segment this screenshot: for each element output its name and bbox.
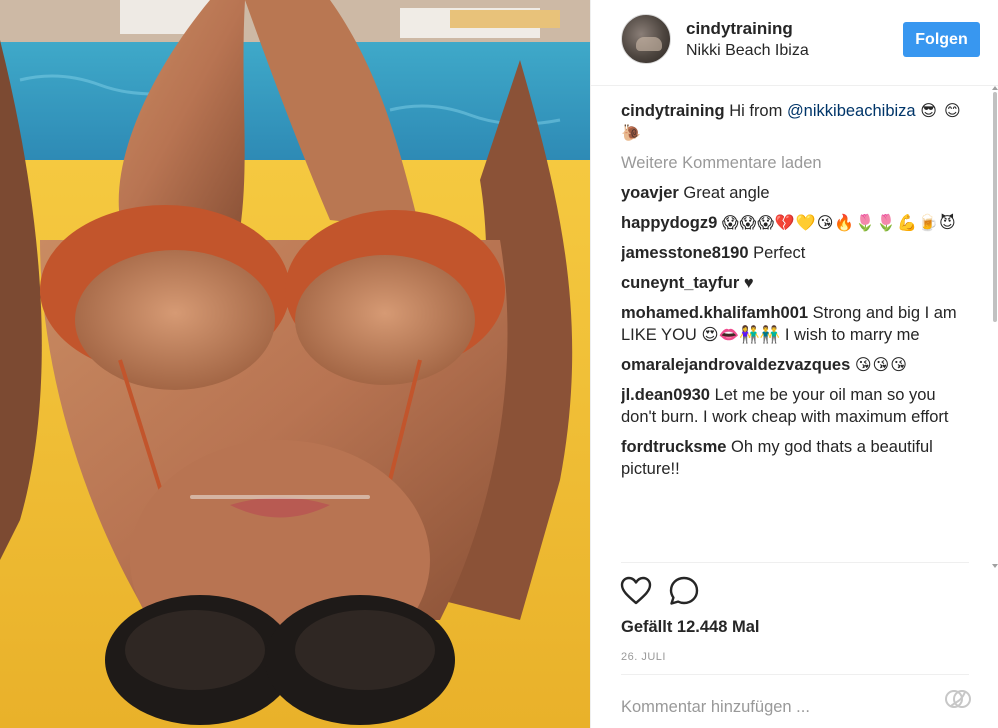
post-location[interactable]: Nikki Beach Ibiza (686, 42, 809, 60)
divider (621, 674, 969, 675)
divider (621, 562, 969, 563)
comment-username[interactable]: yoavjer (621, 184, 679, 202)
speech-bubble-icon[interactable] (667, 574, 701, 608)
scroll-down-arrow-icon[interactable] (992, 564, 998, 568)
likes-count[interactable]: Gefällt 12.448 Mal (621, 618, 760, 637)
author-avatar[interactable] (621, 14, 671, 64)
follow-button[interactable]: Folgen (903, 22, 980, 57)
comment-username[interactable]: happydogz9 (621, 214, 717, 232)
caption: cindytraining Hi from @nikkibeachibiza 😎… (621, 100, 971, 144)
comment-text: Perfect (753, 244, 806, 262)
caption-username[interactable]: cindytraining (621, 102, 725, 120)
comment-text: 😱😱😱💔💛😘🔥🌷🌷💪🍺😈 (721, 213, 957, 232)
post-side-panel: cindytraining Nikki Beach Ibiza Folgen c… (590, 0, 998, 728)
comment-input[interactable] (621, 692, 921, 722)
post-header: cindytraining Nikki Beach Ibiza Folgen (591, 0, 998, 86)
comment-item: cuneynt_tayfur ♥ (621, 272, 971, 294)
post-actions (619, 574, 719, 610)
comment-username[interactable]: cuneynt_tayfur (621, 274, 739, 292)
comment-text: ♥ (743, 274, 754, 292)
comment-item: omaralejandrovaldezvazques 😘😘😘 (621, 354, 971, 376)
comment-username[interactable]: jl.dean0930 (621, 386, 710, 404)
comment-item: fordtrucksme Oh my god thats a beautiful… (621, 436, 971, 480)
comment-username[interactable]: fordtrucksme (621, 438, 726, 456)
post-photo (0, 0, 590, 728)
scrollbar-thumb[interactable] (993, 92, 997, 322)
heart-icon[interactable] (619, 574, 653, 608)
comment-username[interactable]: jamesstone8190 (621, 244, 749, 262)
more-options-icon[interactable] (941, 682, 975, 716)
comment-item: jl.dean0930 Let me be your oil man so yo… (621, 384, 971, 428)
comment-item: happydogz9 😱😱😱💔💛😘🔥🌷🌷💪🍺😈 (621, 212, 971, 234)
caption-mention[interactable]: @nikkibeachibiza (787, 102, 916, 120)
comments-list: cindytraining Hi from @nikkibeachibiza 😎… (621, 100, 971, 562)
comment-item: mohamed.khalifamh001 Strong and big I am… (621, 302, 971, 346)
load-more-comments[interactable]: Weitere Kommentare laden (621, 152, 971, 174)
author-username[interactable]: cindytraining (686, 19, 793, 39)
comment-item: yoavjer Great angle (621, 182, 971, 204)
comment-text: Great angle (683, 184, 770, 202)
post-date: 26. JULI (621, 651, 666, 663)
scroll-up-arrow-icon[interactable] (992, 86, 998, 90)
comments-scrollbar[interactable] (991, 86, 998, 568)
caption-text: Hi from (729, 102, 787, 120)
comment-username[interactable]: omaralejandrovaldezvazques (621, 356, 850, 374)
comment-item: jamesstone8190 Perfect (621, 242, 971, 264)
comment-text: 😘😘😘 (854, 355, 908, 374)
comment-username[interactable]: mohamed.khalifamh001 (621, 304, 808, 322)
